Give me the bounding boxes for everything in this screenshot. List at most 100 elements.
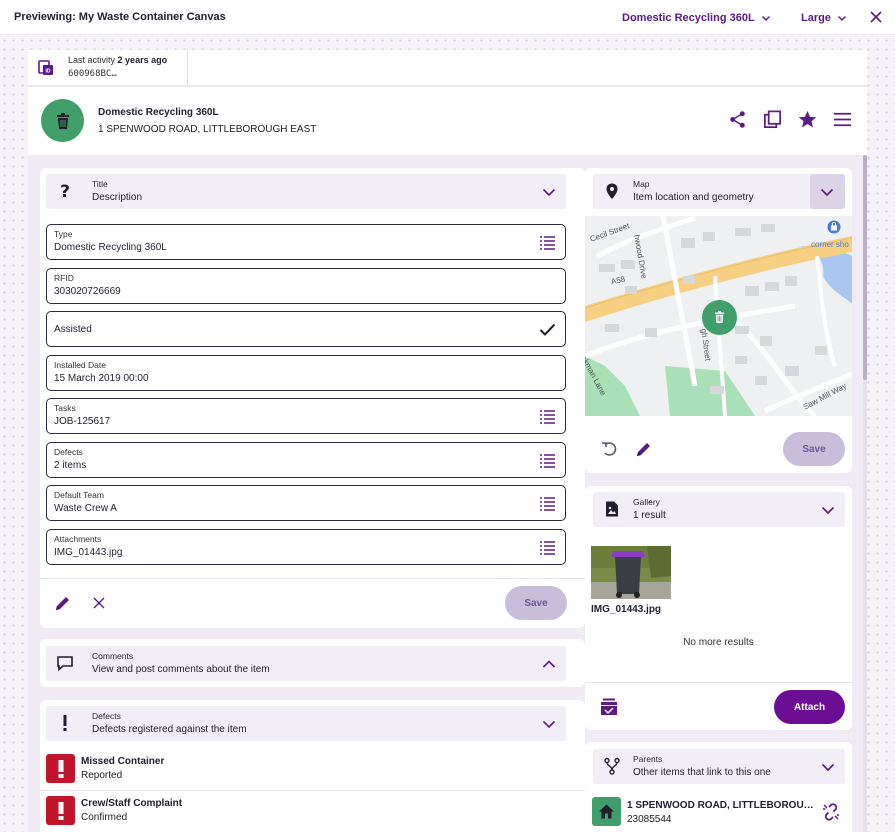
assisted-checkbox[interactable]: Assisted	[46, 311, 566, 347]
map-section-header[interactable]: Map Item location and geometry	[593, 174, 845, 209]
field-label: Tasks	[54, 403, 76, 413]
field-label: Attachments	[54, 534, 102, 544]
parents-section-header[interactable]: Parents Other items that link to this on…	[593, 749, 845, 784]
section-title: Parents	[633, 754, 663, 764]
section-subtitle: 1 result	[633, 510, 666, 521]
divider	[585, 682, 852, 683]
defects-field[interactable]: Defects 2 items	[46, 442, 566, 478]
location-map[interactable]: Cecil Street hwood Drive corner sho A58 …	[585, 216, 852, 416]
list-picker-icon[interactable]	[539, 452, 556, 469]
svg-text:ID: ID	[46, 69, 51, 75]
field-label: Defects	[54, 447, 83, 457]
size-dropdown[interactable]: Large	[801, 0, 847, 35]
header-actions	[727, 109, 853, 130]
gallery-section-header[interactable]: Gallery 1 result	[593, 492, 845, 527]
chevron-down-icon[interactable]	[542, 185, 556, 199]
shopping-bag-icon	[827, 220, 841, 234]
tasks-field[interactable]: Tasks JOB-125617	[46, 398, 566, 434]
details-card: ? Title Description Type Domestic Recycl…	[40, 168, 585, 628]
map-toggle[interactable]	[810, 174, 845, 209]
parents-card: Parents Other items that link to this on…	[585, 742, 852, 832]
close-icon[interactable]	[867, 8, 885, 26]
field-label: Installed Date	[54, 360, 106, 370]
divider	[187, 50, 188, 86]
chevron-down-icon	[837, 15, 846, 21]
map-save-button[interactable]: Save	[783, 432, 845, 466]
defects-section-header[interactable]: Defects Defects registered against the i…	[46, 706, 566, 741]
item-id: 600968BC…	[68, 69, 117, 79]
item-type-dropdown[interactable]: Domestic Recycling 360L	[622, 0, 771, 35]
section-title: Defects	[92, 711, 121, 721]
list-picker-icon[interactable]	[539, 539, 556, 556]
image-file-icon	[606, 501, 618, 517]
list-picker-icon[interactable]	[539, 234, 556, 251]
map-card: Map Item location and geometry Cecil Str…	[585, 168, 852, 473]
section-title: Comments	[92, 651, 134, 661]
attach-button[interactable]: Attach	[774, 690, 845, 724]
section-subtitle: Description	[92, 192, 143, 203]
chevron-down-icon	[761, 15, 770, 21]
no-more-results: No more results	[683, 637, 754, 648]
preview-topbar: Previewing: My Waste Container Canvas Do…	[0, 0, 895, 35]
type-field[interactable]: Type Domestic Recycling 360L	[46, 224, 566, 260]
title-section-header[interactable]: ? Title Description	[46, 174, 566, 209]
chevron-down-icon	[820, 188, 834, 197]
fork-branch-icon	[604, 757, 620, 775]
section-subtitle: Item location and geometry	[633, 192, 754, 203]
share-icon[interactable]	[727, 109, 748, 130]
field-value: 2 items	[54, 460, 87, 471]
close-icon[interactable]	[92, 596, 106, 610]
item-type-label: Domestic Recycling 360L	[622, 11, 755, 24]
item-avatar	[41, 99, 84, 142]
duplicate-icon[interactable]	[762, 109, 783, 130]
list-picker-icon[interactable]	[539, 408, 556, 425]
default-team-field[interactable]: Default Team Waste Crew A	[46, 485, 566, 521]
chevron-down-icon[interactable]	[542, 717, 556, 731]
undo-icon[interactable]	[601, 440, 619, 458]
comments-section-header[interactable]: Comments View and post comments about th…	[46, 646, 566, 681]
item-name: Domestic Recycling 360L	[98, 107, 219, 118]
list-picker-icon[interactable]	[539, 495, 556, 512]
defect-title: Missed Container	[81, 756, 165, 767]
installed-date-field[interactable]: Installed Date 15 March 2019 00:00	[46, 355, 566, 391]
comments-card: Comments View and post comments about th…	[40, 639, 585, 687]
field-label: RFID	[54, 273, 74, 283]
canvas-frame: ID Last activity 2 years ago 600968BC… D…	[28, 50, 867, 832]
save-button[interactable]: Save	[505, 586, 567, 620]
list-item[interactable]: Crew/Staff Complaint Confirmed	[40, 790, 585, 832]
rfid-field[interactable]: RFID 303020726669	[46, 268, 566, 304]
pencil-icon[interactable]	[54, 594, 72, 612]
field-value: Waste Crew A	[54, 503, 117, 514]
comment-icon	[57, 656, 73, 672]
last-activity: Last activity 2 years ago	[68, 55, 168, 65]
chevron-down-icon[interactable]	[821, 760, 835, 774]
parent-id: 23085544	[627, 814, 672, 825]
field-value: 303020726669	[54, 286, 121, 297]
defect-alert-icon	[46, 796, 75, 825]
parent-avatar	[592, 797, 621, 826]
attachments-field[interactable]: Attachments IMG_01443.jpg	[46, 529, 566, 565]
pencil-icon[interactable]	[635, 440, 653, 458]
star-icon[interactable]	[797, 109, 818, 130]
defects-card: Defects Defects registered against the i…	[40, 700, 585, 832]
defect-status: Reported	[81, 770, 123, 781]
attachment-tray-icon[interactable]	[599, 697, 619, 717]
chevron-up-icon[interactable]	[542, 657, 556, 671]
list-item[interactable]: Missed Container Reported	[40, 748, 585, 790]
gallery-thumbnail[interactable]	[591, 546, 671, 599]
menu-icon[interactable]	[832, 109, 853, 130]
defect-alert-icon	[46, 754, 75, 783]
map-marker[interactable]	[702, 300, 737, 335]
scrollbar-thumb[interactable]	[863, 155, 867, 380]
unlink-icon[interactable]	[821, 802, 841, 822]
svg-text:?: ?	[60, 182, 70, 200]
section-subtitle: Defects registered against the item	[92, 724, 247, 735]
field-value: Assisted	[54, 324, 92, 335]
divider	[40, 578, 585, 579]
field-value: IMG_01443.jpg	[54, 547, 123, 558]
map-label: corner sho	[811, 240, 849, 249]
gallery-card: Gallery 1 result IMG_01443.jpg No more r…	[585, 486, 852, 730]
chevron-down-icon[interactable]	[821, 503, 835, 517]
parent-name[interactable]: 1 SPENWOOD ROAD, LITTLEBOROU…	[627, 800, 814, 811]
item-header: Domestic Recycling 360L 1 SPENWOOD ROAD,…	[28, 87, 867, 155]
